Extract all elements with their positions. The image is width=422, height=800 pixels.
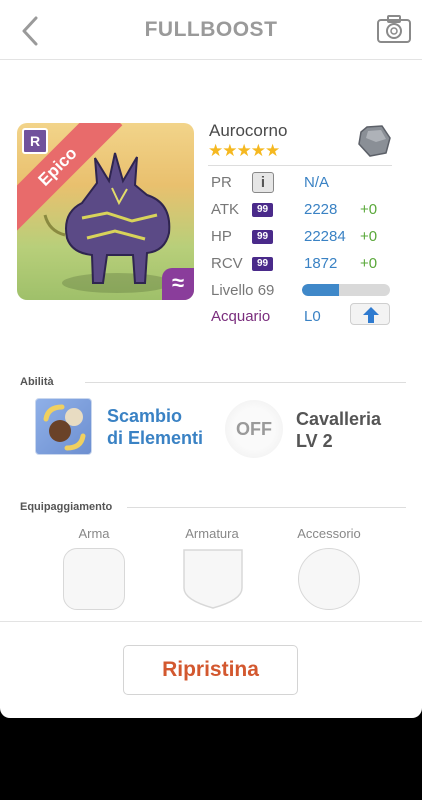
- monster-name: Aurocorno: [209, 121, 288, 140]
- aquarium-label: Acquario: [211, 308, 271, 325]
- abilities-section-title: Abilità: [20, 376, 54, 388]
- skill2-name-line2: LV 2: [296, 431, 333, 451]
- monster-portrait[interactable]: Epico R ≈: [17, 123, 194, 300]
- armor-slot[interactable]: [182, 548, 244, 610]
- rock-element-icon: [358, 125, 391, 157]
- equipment-section-title: Equipaggiamento: [20, 501, 113, 513]
- level-progress-fill: [302, 284, 339, 296]
- atk-plus-badge: 99: [252, 203, 273, 217]
- pr-value: N/A: [304, 174, 330, 191]
- star-rating: ★★★★★: [208, 141, 280, 160]
- camera-button[interactable]: [376, 14, 412, 44]
- reset-button[interactable]: Ripristina: [123, 645, 298, 695]
- element-swap-skill-icon[interactable]: [35, 398, 92, 455]
- atk-value: 2228: [304, 201, 338, 218]
- atk-label: ATK: [211, 201, 240, 218]
- hp-plus-value: +0: [360, 228, 378, 245]
- aquarium-value: L0: [304, 308, 321, 325]
- abilities-divider: [85, 382, 406, 383]
- pr-label: PR: [211, 174, 232, 191]
- atk-plus-value: +0: [360, 201, 378, 218]
- page-title: FULLBOOST: [144, 18, 278, 41]
- skill2-name[interactable]: Cavalleria LV 2: [296, 408, 381, 452]
- aquarium-upgrade-button[interactable]: [350, 303, 390, 325]
- weapon-slot[interactable]: [63, 548, 125, 610]
- hp-plus-badge: 99: [252, 230, 273, 244]
- water-element-icon: ≈: [162, 268, 194, 300]
- rcv-plus-value: +0: [360, 255, 378, 272]
- name-divider: [208, 165, 392, 166]
- skill1-name[interactable]: Scambio di Elementi: [107, 405, 203, 449]
- camera-icon: [377, 15, 411, 43]
- element-swap-icon: [43, 404, 86, 451]
- armor-label: Armatura: [185, 526, 239, 541]
- shield-slot-icon: [183, 549, 243, 609]
- skill2-off-badge[interactable]: OFF: [225, 400, 283, 458]
- weapon-label: Arma: [78, 526, 110, 541]
- footer-divider: [0, 621, 422, 622]
- hp-value: 22284: [304, 228, 346, 245]
- rcv-value: 1872: [304, 255, 338, 272]
- skill1-name-line2: di Elementi: [107, 428, 204, 448]
- equipment-divider: [127, 507, 406, 508]
- rank-r-icon: R: [22, 128, 48, 154]
- rcv-label: RCV: [211, 255, 243, 272]
- accessory-slot[interactable]: [298, 548, 360, 610]
- level-label: Livello 69: [211, 282, 275, 299]
- accessory-label: Accessorio: [297, 526, 361, 541]
- info-icon[interactable]: i: [252, 172, 274, 193]
- rcv-plus-badge: 99: [252, 257, 273, 271]
- monster-detail-screen: FULLBOOST Epico R ≈ Aurocorno ★★★★★ PR i…: [0, 0, 422, 718]
- arrow-up-icon: [363, 307, 379, 323]
- header-bar: FULLBOOST: [0, 0, 422, 60]
- skill2-name-line1: Cavalleria: [296, 409, 382, 429]
- hp-label: HP: [211, 228, 232, 245]
- level-progress-bar: [302, 284, 390, 296]
- skill1-name-line1: Scambio: [107, 406, 183, 426]
